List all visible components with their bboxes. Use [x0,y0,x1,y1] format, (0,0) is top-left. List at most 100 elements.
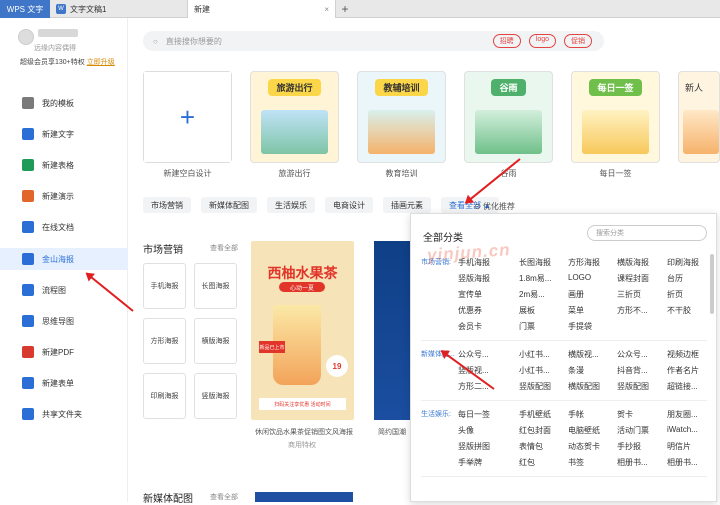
dropdown-item[interactable]: 动态贺卡 [568,441,600,452]
dropdown-item[interactable]: LOGO [568,273,591,282]
close-icon[interactable]: × [324,5,329,14]
filter-ecommerce[interactable]: 电商设计 [325,197,373,213]
dropdown-item[interactable]: 竖版配图 [519,381,551,392]
dropdown-item[interactable]: 贺卡 [617,409,633,420]
dropdown-item[interactable]: 手抄报 [617,441,641,452]
size-box[interactable]: 横版海报 [194,318,237,364]
size-box[interactable]: 印刷海报 [143,373,186,419]
size-box[interactable]: 长图海报 [194,263,237,309]
size-box[interactable]: 方形海报 [143,318,186,364]
dropdown-item[interactable]: 电脑壁纸 [568,425,600,436]
dropdown-item[interactable]: 2m易... [519,289,545,300]
dropdown-item[interactable]: 朋友圈... [667,409,698,420]
poster-thumb[interactable] [255,492,353,502]
dropdown-item[interactable]: 宣传单 [458,289,482,300]
dropdown-item[interactable]: 公众号... [458,349,489,360]
dropdown-item[interactable]: 台历 [667,273,683,284]
newcomer-card[interactable]: 新人 [678,71,720,163]
dropdown-item[interactable]: 表情包 [519,441,543,452]
dropdown-item[interactable]: 活动门票 [617,425,649,436]
dropdown-item[interactable]: 手提袋 [568,321,592,332]
dropdown-item[interactable]: 方形不... [617,305,648,316]
guyu-card[interactable]: 谷雨 [464,71,553,163]
add-tab-icon[interactable]: + [336,0,354,17]
dropdown-item[interactable]: 长图海报 [519,257,551,268]
blank-design-card[interactable]: + [143,71,232,163]
sidebar-item-poster[interactable]: 金山海报 [0,248,128,270]
avatar[interactable] [18,29,34,45]
dropdown-item[interactable]: 课程封面 [617,273,649,284]
search-chip-recruit[interactable]: 招聘 [492,34,521,48]
sidebar-item-template[interactable]: 我的模板 [0,92,128,114]
dropdown-item[interactable]: 门票 [519,321,535,332]
dropdown-item[interactable]: 方形海报 [568,257,600,268]
dropdown-item[interactable]: 会员卡 [458,321,482,332]
category-search-input[interactable]: 搜索分类 [587,225,707,241]
dropdown-item[interactable]: 红包封面 [519,425,551,436]
dropdown-item[interactable]: iWatch... [667,425,698,434]
size-box[interactable]: 手机海报 [143,263,186,309]
tab-new[interactable]: 新建 × [188,0,336,18]
dropdown-item[interactable]: 抖音背... [617,365,648,376]
search-chip-logo[interactable]: logo [528,34,556,48]
dropdown-item[interactable]: 手帐 [568,409,584,420]
education-card[interactable]: 教辅培训 [357,71,446,163]
dropdown-item[interactable]: 明信片 [667,441,691,452]
filter-marketing[interactable]: 市场营销 [143,197,191,213]
dropdown-item[interactable]: 横版视... [568,349,599,360]
sidebar-item-slides[interactable]: 新建演示 [0,185,128,207]
dropdown-item[interactable]: 每日一签 [458,409,490,420]
sidebar-item-pdf[interactable]: 新建PDF [0,341,128,363]
tab-document[interactable]: W 文字文稿1 [50,0,188,18]
poster-guochao[interactable] [374,241,412,420]
search-bar[interactable]: ○ 直接搜你想要的 招聘 logo 促销 [143,31,604,51]
dropdown-item[interactable]: 横版配图 [568,381,600,392]
scrollbar[interactable] [710,254,714,314]
dropdown-item[interactable]: 条漫 [568,365,584,376]
dropdown-item[interactable]: 头像 [458,425,474,436]
dropdown-item[interactable]: 视频边框 [667,349,699,360]
search-input[interactable]: 直接搜你想要的 [166,36,222,47]
dropdown-item[interactable]: 竖版拼图 [458,441,490,452]
filter-new-media[interactable]: 新媒体配图 [201,197,257,213]
dropdown-item[interactable]: 小红书... [519,349,550,360]
dropdown-item[interactable]: 横版海报 [617,257,649,268]
dropdown-item[interactable]: 展板 [519,305,535,316]
section-more-link[interactable]: 查看全部 [210,492,238,502]
dropdown-item[interactable]: 手举牌 [458,457,482,468]
dropdown-item[interactable]: 书签 [568,457,584,468]
dropdown-item[interactable]: 相册书... [617,457,648,468]
dropdown-item[interactable]: 作者名片 [667,365,699,376]
sidebar-item-doc[interactable]: 新建文字 [0,123,128,145]
dropdown-item[interactable]: 三折页 [617,289,641,300]
poster-grapefruit-tea[interactable]: 西柚水果茶 心动一夏 新品已上市 19 扫码关注享优惠 活动时间 [251,241,354,420]
vip-upgrade-link[interactable]: 立即升级 [87,59,115,66]
dropdown-item[interactable]: 不干胶 [667,305,691,316]
filter-illustration[interactable]: 插画元素 [383,197,431,213]
travel-card[interactable]: 旅游出行 [250,71,339,163]
sidebar-item-form[interactable]: 新建表单 [0,372,128,394]
dropdown-item[interactable]: 公众号... [617,349,648,360]
dropdown-item[interactable]: 菜单 [568,305,584,316]
dropdown-item[interactable]: 小红书... [519,365,550,376]
sidebar-item-mindmap[interactable]: 思维导图 [0,310,128,332]
dropdown-item[interactable]: 画册 [568,289,584,300]
sidebar-item-cloud-doc[interactable]: 在线文档 [0,216,128,238]
daily-sign-card[interactable]: 每日一签 [571,71,660,163]
dropdown-item[interactable]: 折页 [667,289,683,300]
dropdown-item[interactable]: 印刷海报 [667,257,699,268]
optimize-recommend[interactable]: ⊙ 优化推荐 [474,201,515,212]
dropdown-item[interactable]: 相册书... [667,457,698,468]
section-more-link[interactable]: 查看全部 [210,243,238,253]
sidebar-item-shared-folder[interactable]: 共享文件夹 [0,403,128,425]
dropdown-item[interactable]: 1.8m易... [519,273,551,284]
dropdown-item[interactable]: 竖版配图 [617,381,649,392]
sidebar-item-sheet[interactable]: 新建表格 [0,154,128,176]
dropdown-item[interactable]: 手机壁纸 [519,409,551,420]
dropdown-item[interactable]: 竖版海报 [458,273,490,284]
tab-wps-home[interactable]: WPS 文字 [0,0,50,18]
dropdown-item[interactable]: 红包 [519,457,535,468]
filter-lifestyle[interactable]: 生活娱乐 [267,197,315,213]
size-box[interactable]: 竖版海报 [194,373,237,419]
dropdown-item[interactable]: 优惠券 [458,305,482,316]
